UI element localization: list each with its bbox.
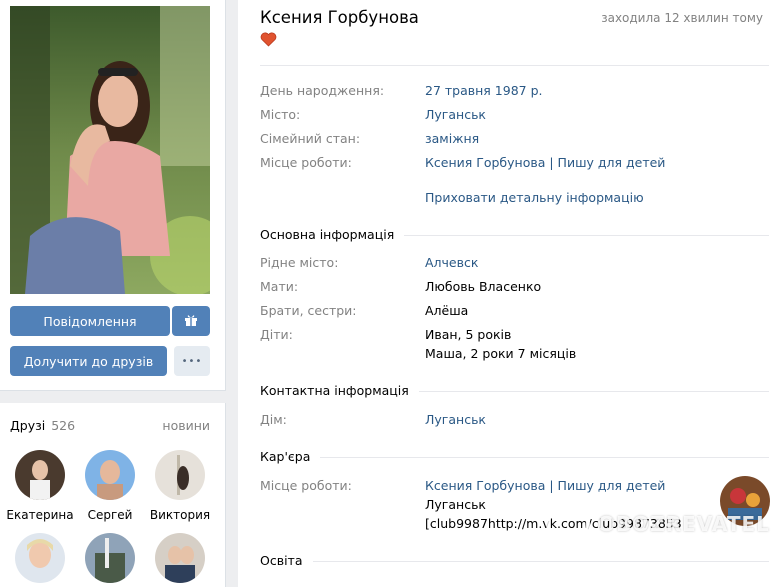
divider [260,65,769,66]
friend-name[interactable]: Екатерина [5,508,75,522]
message-button-label: Повідомлення [43,313,137,329]
profile-photo-image [10,6,210,294]
friend-item[interactable] [75,533,145,583]
friend-name[interactable]: Виктория [145,508,215,522]
info-label: День народження: [260,83,385,98]
friend-item[interactable]: Виктория [145,450,215,522]
watermark: OBOZREVATEL [546,502,770,546]
info-row-relationship: Сімейний стан: заміжня [260,129,760,148]
add-friend-button-label: Долучити до друзів [23,353,154,369]
more-actions-button[interactable]: ••• [174,346,210,376]
info-row-children: Діти: Иван, 5 років Маша, 2 роки 7 місяц… [260,325,760,363]
hide-details-link[interactable]: Приховати детальну інформацію [425,188,644,207]
friend-avatar[interactable] [155,450,205,500]
friend-avatar[interactable] [85,450,135,500]
friend-item[interactable]: Екатерина [5,450,75,522]
info-label: Місто: [260,107,301,122]
info-row-siblings: Брати, сестри: Алёша [260,301,760,320]
info-row-mother: Мати: Любовь Власенко [260,277,760,296]
info-label: Місце роботи: [260,478,352,493]
info-label: Сімейний стан: [260,131,361,146]
friend-avatar[interactable] [85,533,135,583]
friends-header: Друзі 526 новини [10,418,210,433]
children-value: Иван, 5 років Маша, 2 роки 7 місяців [425,325,576,363]
gift-icon [184,313,198,330]
watermark-logo-icon [546,502,590,546]
divider [260,457,769,458]
siblings-value: Алёша [425,303,469,318]
friend-item[interactable] [5,533,75,583]
watermark-text: OBOZREVATEL [598,512,770,536]
child-1: Иван, 5 років [425,327,512,342]
section-title-education: Освіта [260,553,313,568]
friend-avatar[interactable] [155,533,205,583]
child-2: Маша, 2 роки 7 місяців [425,346,577,361]
info-row-work: Місце роботи: Ксения Горбунова | Пишу дл… [260,153,760,172]
friends-title[interactable]: Друзі [10,418,45,433]
info-label: Мати: [260,279,299,294]
last-seen-status: заходила 12 хвилин тому [601,11,763,25]
info-label: Дім: [260,412,287,427]
friend-avatar[interactable] [15,533,65,583]
friend-name[interactable]: Сергей [75,508,145,522]
more-dots-icon: ••• [181,355,203,367]
profile-name: Ксения Горбунова [260,8,419,27]
friends-new-link[interactable]: новини [162,418,210,433]
divider [260,561,769,562]
add-friend-button[interactable]: Долучити до друзів [10,346,167,376]
section-title-basic: Основна інформація [260,227,405,242]
hometown-link[interactable]: Алчевск [425,253,478,272]
work-link[interactable]: Ксения Горбунова | Пишу для детей [425,153,665,172]
home-link[interactable]: Луганськ [425,410,486,429]
section-title-career: Кар'єра [260,449,321,464]
career-company-link[interactable]: Ксения Горбунова | Пишу для детей [425,478,665,493]
profile-photo[interactable] [10,6,210,294]
info-row-hometown: Рідне місто: Алчевск [260,253,760,272]
career-city: Луганськ [425,497,486,512]
friend-avatar[interactable] [15,450,65,500]
section-title-contact: Контактна інформація [260,383,419,398]
profile-card: Повідомлення Долучити до друзів ••• [0,0,226,391]
friends-card: Друзі 526 новини Екатерина Сергей Виктори… [0,403,226,587]
info-label: Місце роботи: [260,155,352,170]
hide-details-row: Приховати детальну інформацію [260,188,760,207]
profile-info-panel: Ксения Горбунова заходила 12 хвилин тому… [238,0,777,587]
friend-item[interactable]: Сергей [75,450,145,522]
friend-item[interactable] [145,533,215,583]
info-label: Брати, сестри: [260,303,357,318]
message-button[interactable]: Повідомлення [10,306,170,336]
info-label: Рідне місто: [260,255,339,270]
city-link[interactable]: Луганськ [425,105,486,124]
birthday-link[interactable]: 27 травня 1987 р. [425,81,542,100]
info-label: Діти: [260,327,293,342]
mother-value: Любовь Власенко [425,279,542,294]
info-row-birthday: День народження: 27 травня 1987 р. [260,81,760,100]
gift-button[interactable] [172,306,210,336]
heart-icon [260,32,277,50]
info-row-city: Місто: Луганськ [260,105,760,124]
friends-count[interactable]: 526 [51,418,75,433]
info-row-home: Дім: Луганськ [260,410,760,429]
relationship-link[interactable]: заміжня [425,129,479,148]
